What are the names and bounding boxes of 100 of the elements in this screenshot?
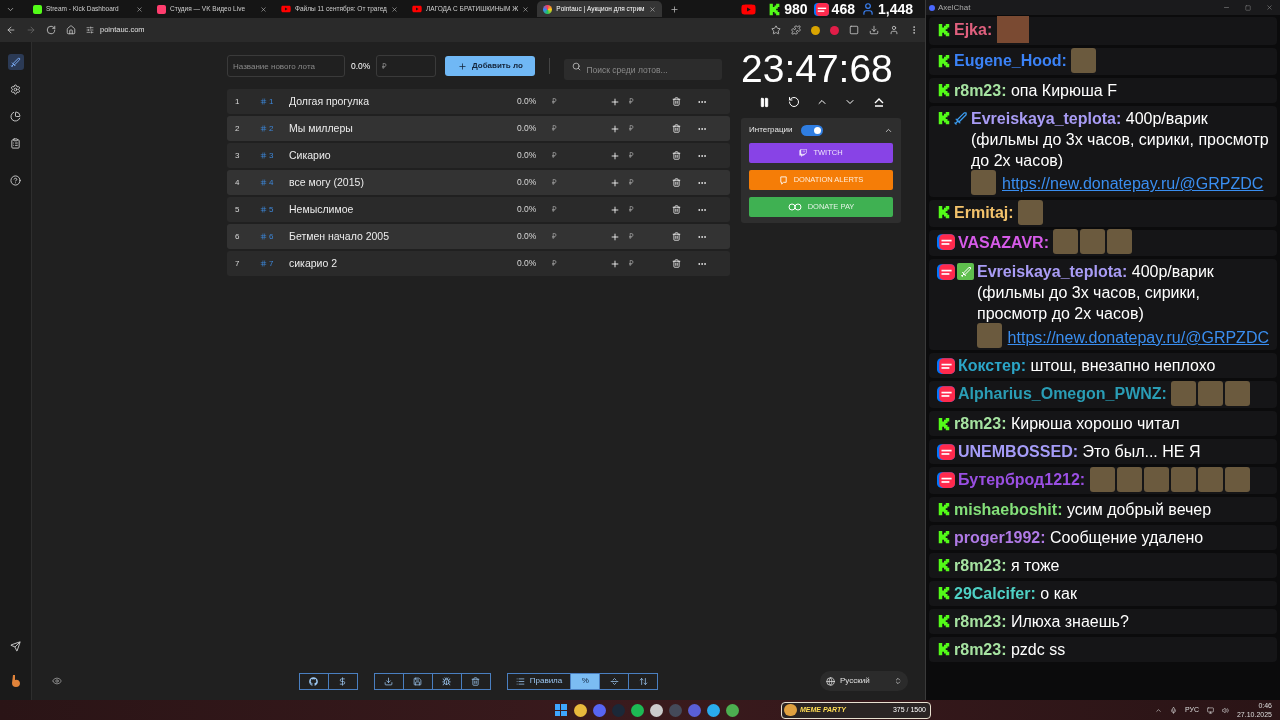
chat-text: UNEMBOSSED: Это был... НЕ Я — [958, 443, 1201, 461]
updown-icon — [894, 677, 902, 685]
close-icon[interactable] — [260, 5, 267, 13]
chat-username[interactable]: Ejka: — [954, 21, 993, 39]
reset-icon[interactable] — [787, 96, 800, 108]
lot-percent: 0.0% — [517, 149, 538, 162]
lot-id: 1 — [260, 95, 289, 108]
eye-icon[interactable] — [52, 676, 62, 686]
lot-amount-field[interactable]: ₽ — [552, 176, 610, 189]
lot-amount-field[interactable]: ₽ — [552, 95, 610, 108]
sidebar-item[interactable] — [7, 108, 24, 124]
close-icon[interactable] — [522, 5, 530, 13]
close-icon[interactable] — [136, 5, 143, 13]
chat-username[interactable]: Бутерброд1212: — [958, 471, 1086, 489]
site-info-icon[interactable] — [86, 26, 94, 34]
user-icon — [860, 2, 875, 16]
add-amount-field[interactable]: ₽ — [629, 95, 672, 108]
chat-username[interactable]: Ermitaj: — [954, 203, 1014, 221]
app-icon[interactable] — [725, 703, 739, 717]
new-tab-icon[interactable] — [669, 4, 679, 14]
delete-icon[interactable] — [672, 97, 681, 106]
lot-amount-field[interactable]: ₽ — [552, 122, 610, 135]
amount-field[interactable]: ₽ — [376, 55, 437, 77]
delete-icon[interactable] — [672, 205, 681, 214]
chat-text: r8m23: Кирюша хорошо читал — [954, 415, 1180, 433]
add-icon[interactable] — [610, 123, 620, 134]
send-icon[interactable] — [10, 641, 21, 652]
lot-amount-field[interactable]: ₽ — [552, 203, 610, 216]
delete-icon[interactable] — [672, 232, 681, 241]
bookmark-star-icon[interactable] — [771, 25, 781, 35]
toolbar-button[interactable] — [431, 672, 462, 690]
live-badge-icon — [937, 470, 955, 489]
extension-icon[interactable] — [791, 25, 801, 35]
toolbar-button[interactable]: Правила — [506, 672, 572, 690]
language-select[interactable]: Русский — [820, 671, 908, 691]
add-icon[interactable] — [610, 96, 620, 107]
delete-icon[interactable] — [672, 259, 681, 268]
lot-name-field[interactable]: Название нового лота — [227, 55, 345, 77]
toolbar-button[interactable] — [628, 672, 659, 690]
add-amount-field[interactable]: ₽ — [629, 203, 672, 216]
add-lot-button[interactable]: Добавить ло — [445, 56, 536, 76]
app-icon[interactable] — [630, 703, 644, 717]
chat-username[interactable]: VASAZAVR: — [958, 233, 1049, 251]
toolbar-button[interactable] — [298, 672, 329, 690]
eject-icon[interactable] — [872, 96, 885, 108]
tray-expand-icon[interactable] — [1154, 706, 1162, 714]
lot-index: 7 — [235, 257, 241, 270]
toolbar-button[interactable] — [402, 672, 433, 690]
add-icon[interactable] — [610, 258, 620, 269]
toolbar-button[interactable]: % — [570, 672, 601, 690]
network-icon[interactable] — [1206, 706, 1214, 714]
sword-icon — [953, 110, 968, 126]
add-amount-field[interactable]: ₽ — [629, 230, 672, 243]
home-icon[interactable] — [66, 25, 76, 35]
toolbar-button[interactable] — [460, 672, 491, 690]
pie-chart-icon — [10, 110, 21, 122]
emote-image — [1053, 229, 1079, 255]
live-badge-icon — [813, 1, 829, 17]
flame-logo-icon[interactable] — [9, 674, 22, 688]
app-icon[interactable] — [573, 703, 587, 717]
hash-icon — [260, 152, 267, 159]
add-icon[interactable] — [610, 150, 620, 161]
search-field[interactable]: Поиск среди лотов... — [564, 59, 723, 80]
chat-link[interactable]: https://new.donatepay.ru/@GRPZDC — [1007, 326, 1269, 348]
close-icon[interactable] — [1266, 4, 1273, 11]
add-amount-field[interactable]: ₽ — [629, 149, 672, 162]
profile-icon[interactable] — [889, 25, 899, 35]
integrations-toggle[interactable] — [800, 124, 823, 136]
microphone-icon[interactable] — [1169, 706, 1177, 714]
add-icon[interactable] — [610, 231, 620, 242]
lot-amount-field[interactable]: ₽ — [552, 149, 610, 162]
add-amount-field[interactable]: ₽ — [629, 257, 672, 270]
sidebar-item[interactable] — [7, 172, 24, 188]
lot-amount-field[interactable]: ₽ — [552, 230, 610, 243]
add-amount-field[interactable]: ₽ — [629, 176, 672, 189]
chat-link[interactable]: https://new.donatepay.ru/@GRPZDC — [1002, 173, 1264, 195]
add-amount-field[interactable]: ₽ — [629, 122, 672, 135]
chat-username[interactable]: Eugene_Hood: — [954, 52, 1067, 69]
delete-icon[interactable] — [672, 124, 681, 133]
start-button[interactable] — [553, 703, 568, 717]
download-icon[interactable] — [869, 25, 879, 35]
app-icon[interactable] — [649, 703, 663, 717]
back-icon[interactable] — [6, 25, 16, 35]
toolbar-button[interactable] — [373, 672, 404, 690]
toolbar-button[interactable] — [327, 672, 358, 690]
minimize-icon[interactable] — [1223, 4, 1230, 11]
reload-icon[interactable] — [46, 25, 56, 35]
lot-amount-field[interactable]: ₽ — [552, 257, 610, 270]
app-icon[interactable] — [706, 703, 720, 717]
add-icon[interactable] — [610, 177, 620, 188]
add-icon[interactable] — [610, 204, 620, 215]
close-icon[interactable] — [390, 5, 398, 13]
sidebar-item[interactable] — [7, 54, 24, 70]
delete-icon[interactable] — [672, 178, 681, 187]
delete-icon[interactable] — [672, 151, 681, 160]
lot-name: Долгая прогулка — [289, 93, 370, 109]
chat-username[interactable]: Alpharius_Omegon_PWNZ: — [958, 385, 1167, 403]
volume-icon[interactable] — [1221, 706, 1229, 714]
toolbar-button[interactable] — [599, 672, 630, 690]
close-icon[interactable] — [648, 5, 656, 13]
